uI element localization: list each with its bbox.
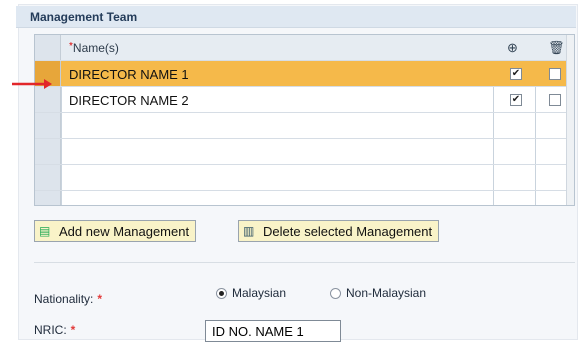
radio-non-malaysian-label[interactable]: Non-Malaysian <box>346 286 426 300</box>
row-selector[interactable] <box>35 191 61 205</box>
nric-label-text: NRIC: <box>34 323 67 337</box>
nric-label: NRIC: * <box>34 323 75 337</box>
row-selector[interactable] <box>35 87 61 112</box>
table-header-row: *Name(s) ⊕ 🗑 <box>35 35 574 61</box>
radio-malaysian[interactable] <box>216 288 227 299</box>
trash-icon[interactable]: 🗑 <box>548 40 565 56</box>
section-divider <box>34 262 575 263</box>
table-row-empty[interactable] <box>35 165 574 191</box>
delete-checkbox[interactable] <box>549 94 561 106</box>
director-name-cell[interactable]: DIRECTOR NAME 2 <box>69 93 189 108</box>
row-selector[interactable] <box>35 165 61 190</box>
required-star: * <box>97 292 103 306</box>
required-star: * <box>70 323 76 337</box>
radio-malaysian-label[interactable]: Malaysian <box>232 286 286 300</box>
delete-checkbox[interactable] <box>549 68 561 80</box>
row-selector[interactable] <box>35 139 61 164</box>
nationality-label: Nationality: * <box>34 292 102 306</box>
vertical-scrollbar[interactable] <box>566 35 574 205</box>
delete-row-icon: ▥ <box>243 224 255 238</box>
add-management-label: Add new Management <box>59 224 190 239</box>
add-row-icon[interactable]: ⊕ <box>507 40 518 56</box>
table-row-empty[interactable] <box>35 113 574 139</box>
add-management-button[interactable]: ▤ Add new Management <box>34 220 197 242</box>
radio-non-malaysian[interactable] <box>330 288 341 299</box>
delete-management-button[interactable]: ▥ Delete selected Management <box>238 220 440 242</box>
table-row[interactable]: DIRECTOR NAME 2 ✔ <box>35 87 574 113</box>
active-checkbox[interactable]: ✔ <box>510 94 522 106</box>
delete-management-label: Delete selected Management <box>263 224 433 239</box>
pointer-arrow-icon <box>12 79 52 89</box>
nationality-label-text: Nationality: <box>34 292 94 306</box>
nric-input[interactable]: ID NO. NAME 1 <box>205 320 341 342</box>
add-row-icon: ▤ <box>39 224 51 238</box>
director-name-cell[interactable]: DIRECTOR NAME 1 <box>69 67 189 82</box>
section-title: Management Team <box>16 6 576 28</box>
name-column-header: *Name(s) <box>69 41 119 55</box>
table-row[interactable]: DIRECTOR NAME 1 ✔ <box>35 61 574 87</box>
table-row-empty[interactable] <box>35 139 574 165</box>
management-table: *Name(s) ⊕ 🗑 DIRECTOR NAME 1 ✔ DIRECTOR … <box>34 34 575 206</box>
select-all-cell[interactable] <box>35 35 61 60</box>
row-selector[interactable] <box>35 113 61 138</box>
name-header-label: Name(s) <box>72 41 119 55</box>
table-row-empty[interactable] <box>35 191 574 205</box>
active-checkbox[interactable]: ✔ <box>510 68 522 80</box>
